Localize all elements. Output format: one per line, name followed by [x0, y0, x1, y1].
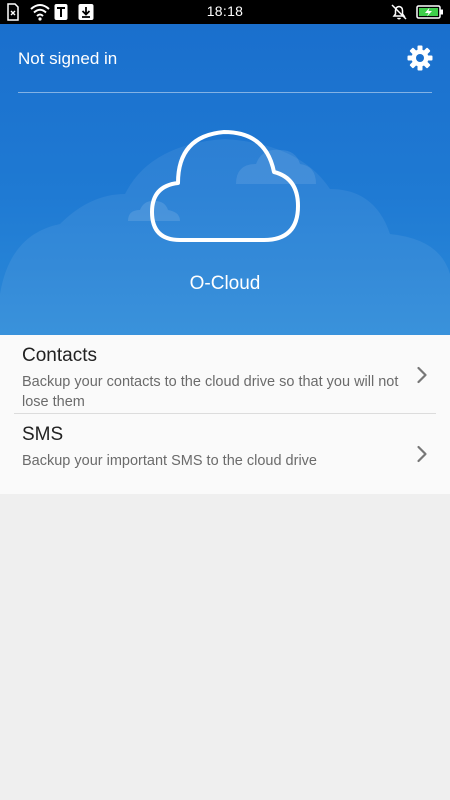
cloud-icon	[148, 128, 302, 244]
screen: 18:18 Not signed in O-Cloud Contacts Bac…	[0, 0, 450, 800]
chevron-right-icon	[417, 366, 427, 383]
status-icons-right	[390, 3, 444, 21]
status-time: 18:18	[206, 3, 244, 19]
list-item-description: Backup your contacts to the cloud drive …	[22, 374, 399, 410]
list-item-contacts[interactable]: Contacts Backup your contacts to the clo…	[0, 335, 450, 414]
mute-icon	[390, 3, 408, 21]
gear-icon[interactable]	[406, 44, 434, 72]
app-name: O-Cloud	[189, 273, 261, 294]
header-divider	[18, 92, 432, 93]
list-item-description: Backup your important SMS to the cloud d…	[22, 453, 317, 469]
battery-charging-icon	[416, 3, 444, 21]
list-item-title: SMS	[22, 424, 64, 445]
backup-list: Contacts Backup your contacts to the clo…	[0, 335, 450, 494]
account-status-label[interactable]: Not signed in	[18, 49, 117, 69]
status-bar: 18:18	[0, 0, 450, 24]
list-item-title: Contacts	[22, 345, 97, 366]
list-item-sms[interactable]: SMS Backup your important SMS to the clo…	[0, 414, 450, 494]
account-header: Not signed in O-Cloud	[0, 24, 450, 335]
chevron-right-icon	[417, 445, 427, 463]
